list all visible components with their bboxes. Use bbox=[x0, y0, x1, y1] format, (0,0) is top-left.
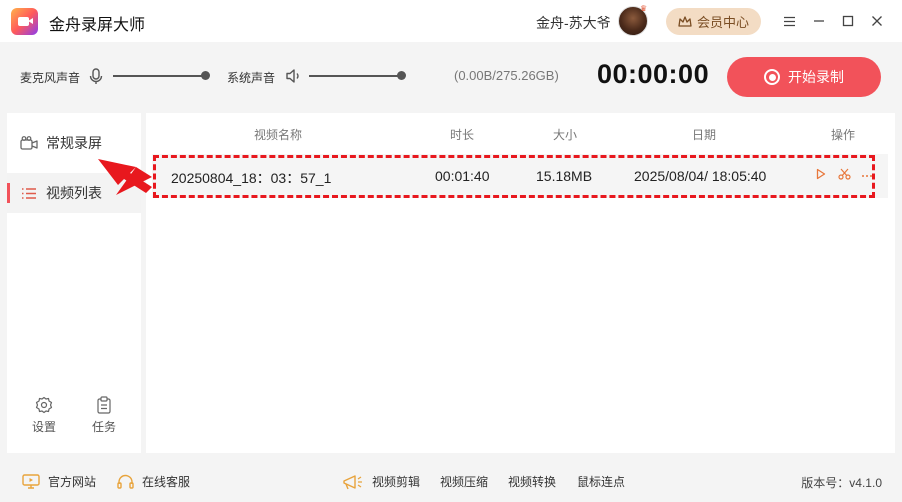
system-volume-knob[interactable] bbox=[397, 71, 406, 80]
official-website-label: 官方网站 bbox=[48, 475, 97, 489]
video-date: 2025/08/04/ 18:05:40 bbox=[634, 168, 767, 184]
video-size: 15.18MB bbox=[536, 168, 593, 184]
video-duration: 00:01:40 bbox=[435, 168, 490, 184]
crown-icon: ♛ bbox=[640, 4, 648, 13]
crown-icon bbox=[678, 15, 692, 27]
mic-volume-slider[interactable] bbox=[113, 75, 206, 77]
minimize-icon[interactable] bbox=[809, 11, 829, 31]
sidebar-item-label: 常规录屏 bbox=[46, 135, 102, 151]
system-volume-slider[interactable] bbox=[309, 75, 402, 77]
monitor-icon bbox=[22, 474, 40, 489]
menu-icon[interactable] bbox=[779, 11, 799, 31]
microphone-icon[interactable] bbox=[89, 68, 103, 90]
column-header-date: 日期 bbox=[692, 128, 717, 142]
gear-icon bbox=[35, 396, 53, 414]
record-icon bbox=[764, 69, 780, 85]
settings-label: 设置 bbox=[31, 420, 56, 434]
footer-bar: 官方网站 在线客服 视频剪辑 视频压缩 视频转换 鼠标连点 版本号：v4.1.0 bbox=[0, 460, 902, 502]
active-indicator bbox=[7, 183, 10, 203]
vip-center-button[interactable]: 会员中心 bbox=[666, 8, 761, 35]
control-bar: 麦克风声音 系统声音 (0.00B/275.26GB) 00:00:00 开始录… bbox=[0, 42, 902, 112]
start-record-label: 开始录制 bbox=[788, 69, 844, 85]
camera-icon bbox=[19, 136, 39, 150]
tool-label: 视频转换 bbox=[508, 475, 557, 489]
column-header-size: 大小 bbox=[553, 128, 578, 142]
start-record-button[interactable]: 开始录制 bbox=[727, 57, 881, 97]
sidebar: 常规录屏 视频列表 设置 任务 bbox=[7, 113, 141, 453]
clipboard-icon bbox=[97, 396, 111, 414]
tool-label: 视频压缩 bbox=[440, 475, 489, 489]
tool-mouse-clicker-link[interactable]: 鼠标连点 bbox=[577, 473, 625, 490]
maximize-icon[interactable] bbox=[838, 11, 858, 31]
title-bar: 金舟录屏大师 金舟-苏大爷 ♛ 会员中心 bbox=[0, 0, 902, 42]
online-support-label: 在线客服 bbox=[142, 475, 191, 489]
sidebar-item-label: 视频列表 bbox=[46, 185, 102, 201]
storage-usage: (0.00B/275.26GB) bbox=[454, 68, 559, 83]
tool-video-compress-link[interactable]: 视频压缩 bbox=[440, 473, 488, 490]
speaker-icon[interactable] bbox=[285, 68, 301, 89]
tool-video-edit-link[interactable]: 视频剪辑 bbox=[372, 473, 420, 490]
column-header-duration: 时长 bbox=[450, 128, 475, 142]
sidebar-item-regular-record[interactable]: 常规录屏 bbox=[7, 123, 141, 163]
headset-icon bbox=[117, 474, 134, 489]
vip-center-label: 会员中心 bbox=[696, 15, 749, 30]
user-name[interactable]: 金舟-苏大爷 bbox=[536, 13, 611, 33]
sidebar-item-video-list[interactable]: 视频列表 bbox=[7, 173, 141, 213]
tasks-button[interactable]: 任务 bbox=[84, 396, 124, 435]
mic-volume-label: 麦克风声音 bbox=[20, 71, 81, 85]
official-website-link[interactable]: 官方网站 bbox=[22, 473, 96, 490]
version-label: 版本号：v4.1.0 bbox=[801, 476, 882, 490]
scissors-icon[interactable] bbox=[838, 168, 851, 183]
tool-video-convert-link[interactable]: 视频转换 bbox=[508, 473, 556, 490]
tool-label: 视频剪辑 bbox=[372, 475, 421, 489]
mic-volume-knob[interactable] bbox=[201, 71, 210, 80]
video-name: 20250804_18：03：57_1 bbox=[171, 170, 332, 186]
app-title: 金舟录屏大师 bbox=[49, 17, 146, 34]
close-icon[interactable] bbox=[867, 11, 887, 31]
video-list-panel: 视频名称 时长 大小 日期 操作 20250804_18：03：57_1 00:… bbox=[146, 113, 895, 453]
table-row[interactable]: 20250804_18：03：57_1 00:01:40 15.18MB 202… bbox=[152, 154, 888, 198]
tasks-label: 任务 bbox=[91, 420, 116, 434]
play-icon[interactable] bbox=[816, 168, 826, 183]
settings-button[interactable]: 设置 bbox=[24, 396, 64, 435]
system-volume-label: 系统声音 bbox=[227, 71, 276, 85]
list-icon bbox=[19, 187, 39, 200]
record-timer: 00:00:00 bbox=[597, 59, 710, 89]
more-icon[interactable] bbox=[861, 168, 873, 183]
column-header-ops: 操作 bbox=[831, 128, 856, 142]
tool-label: 鼠标连点 bbox=[577, 475, 626, 489]
app-logo-icon bbox=[11, 8, 38, 35]
online-support-link[interactable]: 在线客服 bbox=[117, 473, 190, 490]
column-header-name: 视频名称 bbox=[254, 128, 303, 142]
megaphone-icon bbox=[341, 473, 363, 491]
